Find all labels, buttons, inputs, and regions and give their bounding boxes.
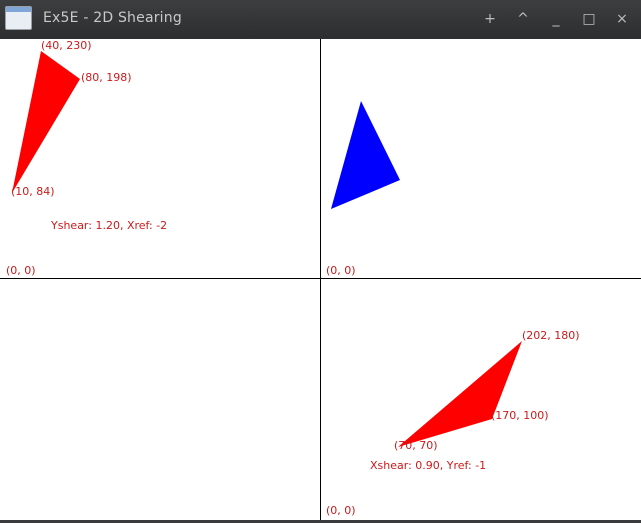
vertex-label: (80, 198) bbox=[81, 71, 132, 84]
close-icon: × bbox=[616, 11, 628, 27]
app-window: Ex5E - 2D Shearing + ^ _ □ × (40, 230) (… bbox=[0, 0, 641, 523]
maximize-button[interactable]: □ bbox=[579, 9, 599, 29]
origin-label: (0, 0) bbox=[326, 264, 356, 277]
close-button[interactable]: × bbox=[612, 9, 632, 29]
always-on-top-button[interactable]: + bbox=[480, 9, 500, 29]
panel-bottom-left bbox=[0, 279, 320, 519]
vertex-label: (170, 100) bbox=[491, 409, 549, 422]
panel-bottom-right: (202, 180) (170, 100) (70, 70) Xshear: 0… bbox=[321, 279, 641, 519]
minimize-icon: _ bbox=[552, 11, 560, 27]
chevron-up-icon: ^ bbox=[517, 11, 529, 27]
pin-icon: + bbox=[484, 11, 496, 27]
shade-button[interactable]: ^ bbox=[513, 9, 533, 29]
panel-top-right: (0, 0) bbox=[321, 39, 641, 279]
origin-label: (0, 0) bbox=[326, 504, 356, 517]
shear-caption: Xshear: 0.90, Yref: -1 bbox=[370, 459, 487, 472]
title-bar[interactable]: Ex5E - 2D Shearing + ^ _ □ × bbox=[0, 0, 641, 38]
vertex-label: (70, 70) bbox=[394, 439, 438, 452]
vertex-label: (202, 180) bbox=[522, 329, 580, 342]
minimize-button[interactable]: _ bbox=[546, 9, 566, 29]
shear-caption: Yshear: 1.20, Xref: -2 bbox=[51, 219, 168, 232]
vertex-label: (40, 230) bbox=[41, 39, 92, 52]
vertex-label: (10, 84) bbox=[11, 185, 55, 198]
drawing-canvas: (40, 230) (80, 198) (10, 84) Yshear: 1.2… bbox=[0, 39, 641, 520]
origin-label: (0, 0) bbox=[6, 264, 36, 277]
window-title: Ex5E - 2D Shearing bbox=[43, 10, 182, 26]
maximize-icon: □ bbox=[582, 11, 596, 27]
window-icon[interactable] bbox=[5, 6, 32, 30]
panel-top-left: (40, 230) (80, 198) (10, 84) Yshear: 1.2… bbox=[0, 39, 320, 279]
